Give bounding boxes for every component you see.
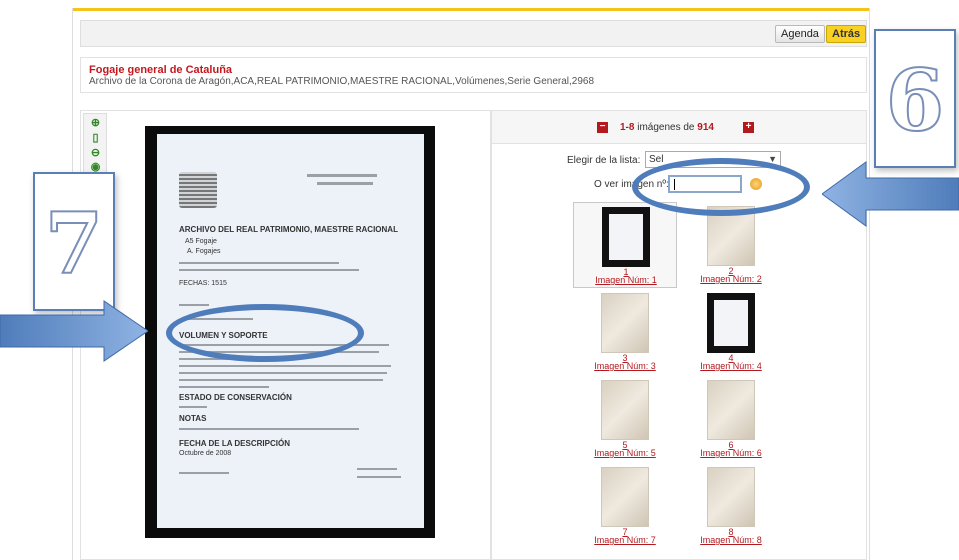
highlight-ellipse-scan (166, 304, 364, 362)
thumbnail-caption[interactable]: Imagen Núm: 1 (574, 275, 678, 285)
scan-line: NOTAS (179, 414, 207, 423)
pager-mid: imágenes de (634, 122, 698, 133)
record-header: Fogaje general de Cataluña Archivo de la… (80, 57, 867, 93)
scan-line: ESTADO DE CONSERVACIÓN (179, 393, 292, 402)
callout-number-6: 6 (874, 29, 956, 168)
zoom-out-icon[interactable]: ⊖ (89, 147, 102, 160)
thumbnail[interactable]: 7 Imagen Núm: 7 (573, 463, 677, 549)
next-page-icon[interactable]: + (743, 122, 754, 133)
viewer-tools: ⊕ ▯ ⊖ ◉ (83, 113, 107, 175)
arrow-left-icon (822, 161, 959, 227)
crest-icon (179, 172, 217, 208)
scan-text-line (179, 386, 269, 388)
thumbnail-image (707, 467, 755, 527)
agenda-button[interactable]: Agenda (775, 25, 825, 43)
list-label: Elegir de la lista: (567, 155, 641, 166)
thumbnail[interactable]: 6 Imagen Núm: 6 (679, 376, 783, 462)
pager-text: 1-8 imágenes de 914 (620, 122, 714, 133)
highlight-ellipse-goto (632, 158, 810, 216)
scan-text-line (179, 428, 359, 430)
thumbnail[interactable]: 1 Imagen Núm: 1 (573, 202, 677, 288)
scan-text-line (357, 468, 397, 470)
scan-line: A. Fogajes (187, 248, 221, 255)
scan-text-line (179, 269, 359, 271)
scan-text-line (317, 182, 373, 185)
pager-range: 1-8 (620, 122, 635, 133)
thumbnail[interactable]: 8 Imagen Núm: 8 (679, 463, 783, 549)
select-value: Sel (649, 154, 664, 165)
thumbnail-caption[interactable]: Imagen Núm: 7 (573, 535, 677, 545)
thumbnail-image (601, 293, 649, 353)
zoom-in-icon[interactable]: ⊕ (89, 117, 102, 130)
thumbnail-image (707, 293, 755, 353)
scan-line: FECHA DE LA DESCRIPCIÓN (179, 439, 290, 448)
scan-text-line (307, 174, 377, 177)
thumbnail-image (601, 380, 649, 440)
scan-text-line (179, 372, 387, 374)
page: Agenda Atrás Fogaje general de Cataluña … (0, 0, 959, 560)
scan-text-line (179, 406, 207, 408)
thumbnail-caption[interactable]: Imagen Núm: 2 (679, 274, 783, 284)
thumbnail-caption[interactable]: Imagen Núm: 8 (679, 535, 783, 545)
record-title: Fogaje general de Cataluña (89, 64, 233, 76)
thumbnail-caption[interactable]: Imagen Núm: 6 (679, 448, 783, 458)
thumbnail-image (601, 467, 649, 527)
scan-text-line (179, 262, 339, 264)
thumbnail-image (707, 380, 755, 440)
scan-line: Octubre de 2008 (179, 450, 232, 457)
scan-text-line (179, 472, 229, 474)
top-toolbar: Agenda Atrás (80, 20, 867, 47)
scan-text-line (179, 304, 209, 306)
scan-text-line (357, 476, 401, 478)
arrow-right-icon (0, 300, 148, 362)
fit-icon[interactable]: ▯ (89, 132, 102, 145)
thumbnail-image (602, 207, 650, 267)
record-path: Archivo de la Corona de Aragón,ACA,REAL … (89, 76, 595, 87)
scan-line: A5 Fogaje (185, 238, 217, 245)
pager-total: 914 (697, 122, 714, 133)
thumbnail-caption[interactable]: Imagen Núm: 5 (573, 448, 677, 458)
thumbnail-caption[interactable]: Imagen Núm: 4 (679, 361, 783, 371)
prev-page-icon[interactable]: − (597, 122, 608, 133)
scan-line: FECHAS: 1515 (179, 280, 227, 287)
pager: − 1-8 imágenes de 914 + (492, 111, 866, 144)
scan-heading: ARCHIVO DEL REAL PATRIMONIO, MAESTRE RAC… (179, 225, 398, 234)
scan-text-line (179, 365, 391, 367)
thumbnail[interactable]: 5 Imagen Núm: 5 (573, 376, 677, 462)
scan-text-line (179, 379, 383, 381)
callout-number-7: 7 (33, 172, 115, 311)
thumbnail-caption[interactable]: Imagen Núm: 3 (573, 361, 677, 371)
thumbnail[interactable]: 4 Imagen Núm: 4 (679, 289, 783, 375)
atras-button[interactable]: Atrás (826, 25, 867, 43)
thumbnail[interactable]: 3 Imagen Núm: 3 (573, 289, 677, 375)
